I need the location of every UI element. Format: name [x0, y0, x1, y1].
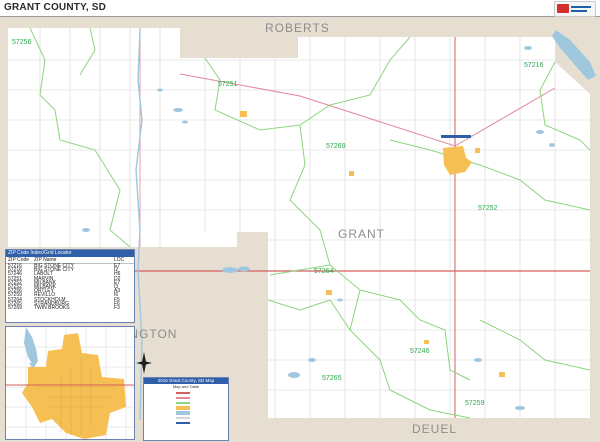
logo-mark [557, 4, 569, 13]
zip-label: 57269 [326, 143, 346, 150]
compass-rose-icon [136, 352, 152, 374]
city-twin-brooks [349, 171, 354, 176]
zip-label: 57216 [524, 62, 544, 69]
city-marvin [240, 111, 247, 117]
zip-legend: ZIP Code Index/Grid Locator ZIP Code ZIP… [5, 249, 135, 323]
inset-map[interactable] [5, 326, 135, 440]
legend-swatch-zip [176, 402, 190, 404]
legend-swatch-route [176, 392, 190, 394]
zip-label: 57256 [12, 39, 32, 46]
legend-title: ZIP Code Index/Grid Locator [6, 250, 134, 257]
logo-line [571, 10, 587, 12]
milbank-airport [441, 135, 471, 138]
county-label-deuel: DEUEL [412, 422, 458, 436]
legend-swatch-airport [176, 422, 190, 424]
info-row [144, 420, 228, 425]
city-labolt [424, 340, 429, 344]
legend-row: 57269 TWIN BROOKS F3 [6, 304, 134, 311]
zip-label: 57246 [410, 348, 430, 355]
county-label-roberts: ROBERTS [265, 21, 330, 35]
legend-cell-loc: F3 [114, 304, 120, 311]
legend-swatch-city [176, 405, 190, 410]
logo-line [571, 6, 591, 8]
city-stockholm [326, 290, 332, 295]
legend-rows: 57216 BIG STONE CITY E7 57216 BIG STONE CITY… [6, 263, 134, 311]
zip-label: 57259 [465, 400, 485, 407]
zip-label: 57264 [314, 268, 334, 275]
county-label-grant: GRANT [338, 227, 385, 241]
map-info-box: 2016 Grant County, SD Map Map and Table [143, 377, 229, 441]
legend-swatch-highway [176, 397, 190, 399]
map-title: GRANT COUNTY, SD [4, 2, 107, 13]
legend-cell-name: TWIN BROOKS [34, 304, 70, 311]
zip-label: 57252 [478, 205, 498, 212]
publisher-logo[interactable] [554, 1, 596, 17]
map-header: GRANT COUNTY, SD [0, 0, 600, 17]
zip-label: 57251 [218, 81, 238, 88]
legend-cell-zip: 57269 [8, 304, 22, 311]
city-revillo [499, 372, 505, 377]
legend-swatch-water [176, 410, 190, 415]
inset-canvas [6, 327, 134, 439]
city-big-stone [475, 148, 480, 153]
info-key [146, 420, 176, 425]
zip-label: 57265 [322, 375, 342, 382]
legend-swatch-grid [176, 417, 190, 419]
